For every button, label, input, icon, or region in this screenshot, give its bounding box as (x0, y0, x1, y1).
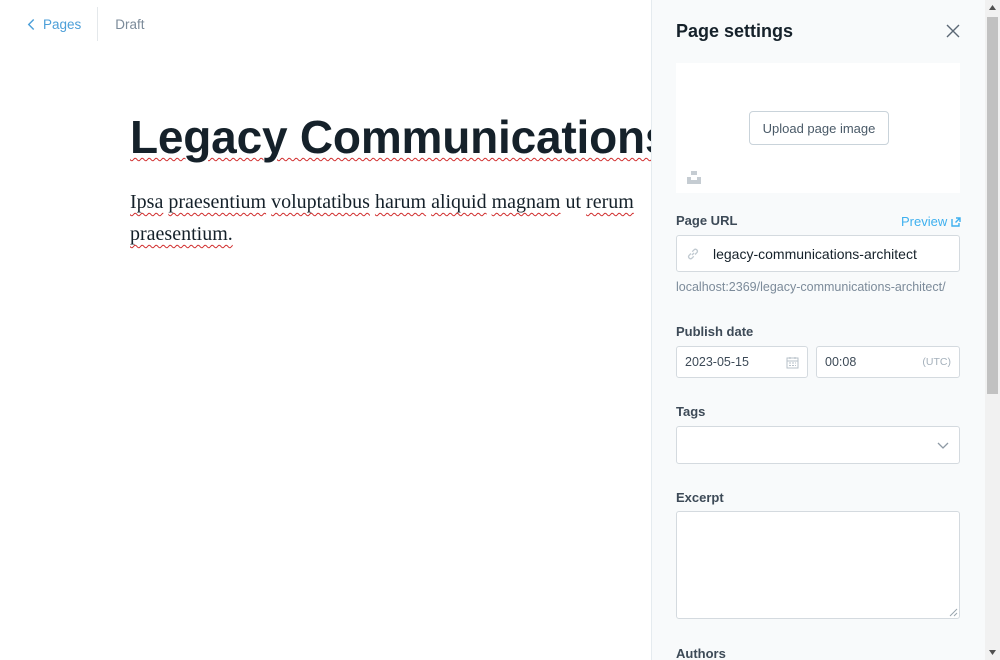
body-word: ut (565, 191, 582, 213)
page-url-label: Page URL (676, 213, 738, 228)
publish-time-value: 00:08 (825, 355, 857, 369)
back-to-pages-link[interactable]: Pages (0, 7, 97, 41)
external-link-icon (951, 216, 961, 227)
timezone-label: (UTC) (922, 356, 951, 368)
body-word: Ipsa (130, 191, 164, 213)
body-word: harum (374, 191, 427, 213)
unsplash-icon[interactable] (687, 170, 701, 184)
excerpt-textarea[interactable] (676, 511, 960, 619)
tags-label: Tags (676, 404, 706, 419)
post-title-text: Legacy Communications Architect (130, 111, 651, 163)
body-word: praesentium. (130, 223, 233, 245)
body-word: magnam (491, 191, 561, 213)
close-icon (946, 24, 960, 38)
page-url-input[interactable]: legacy-communications-architect (676, 235, 960, 272)
page-image-dropzone[interactable]: Upload page image (676, 63, 960, 193)
tags-select[interactable] (676, 426, 960, 464)
close-settings-button[interactable] (944, 22, 962, 40)
post-title[interactable]: Legacy Communications Architect (130, 110, 651, 164)
post-body[interactable]: Ipsa praesentium voluptatibus harum aliq… (130, 186, 651, 250)
scroll-down-arrow-icon[interactable] (985, 645, 1000, 660)
scrollbar-thumb[interactable] (987, 17, 998, 394)
upload-image-button[interactable]: Upload page image (749, 111, 889, 145)
body-word: rerum (586, 191, 634, 213)
chevron-down-icon (937, 442, 949, 449)
editor-topbar: Pages Draft (0, 0, 145, 48)
chevron-left-icon (27, 18, 35, 30)
resize-grip-icon[interactable] (948, 607, 958, 617)
publish-date-label: Publish date (676, 324, 754, 339)
calendar-icon (786, 356, 799, 368)
excerpt-label: Excerpt (676, 490, 724, 505)
publish-time-input[interactable]: 00:08 (UTC) (816, 346, 960, 378)
settings-title: Page settings (676, 21, 794, 41)
editor-area: Pages Draft Legacy Communications Archit… (0, 0, 651, 660)
body-word: praesentium (168, 191, 267, 213)
body-word: aliquid (431, 191, 487, 213)
full-url-hint: localhost:2369/legacy-communications-arc… (676, 280, 946, 294)
settings-scrollbar[interactable] (985, 0, 1000, 660)
scroll-up-arrow-icon[interactable] (985, 0, 1000, 15)
body-word: voluptatibus (271, 191, 370, 213)
post-status: Draft (115, 16, 145, 32)
back-link-label: Pages (43, 16, 82, 32)
link-icon (687, 248, 699, 259)
page-settings-panel: Page settings Upload page image Page URL… (651, 0, 1000, 660)
authors-label: Authors (676, 646, 726, 660)
preview-link[interactable]: Preview (901, 214, 961, 229)
publish-date-value: 2023-05-15 (685, 355, 749, 369)
page-url-value: legacy-communications-architect (713, 245, 917, 262)
preview-link-label: Preview (901, 214, 948, 229)
publish-date-input[interactable]: 2023-05-15 (676, 346, 808, 378)
